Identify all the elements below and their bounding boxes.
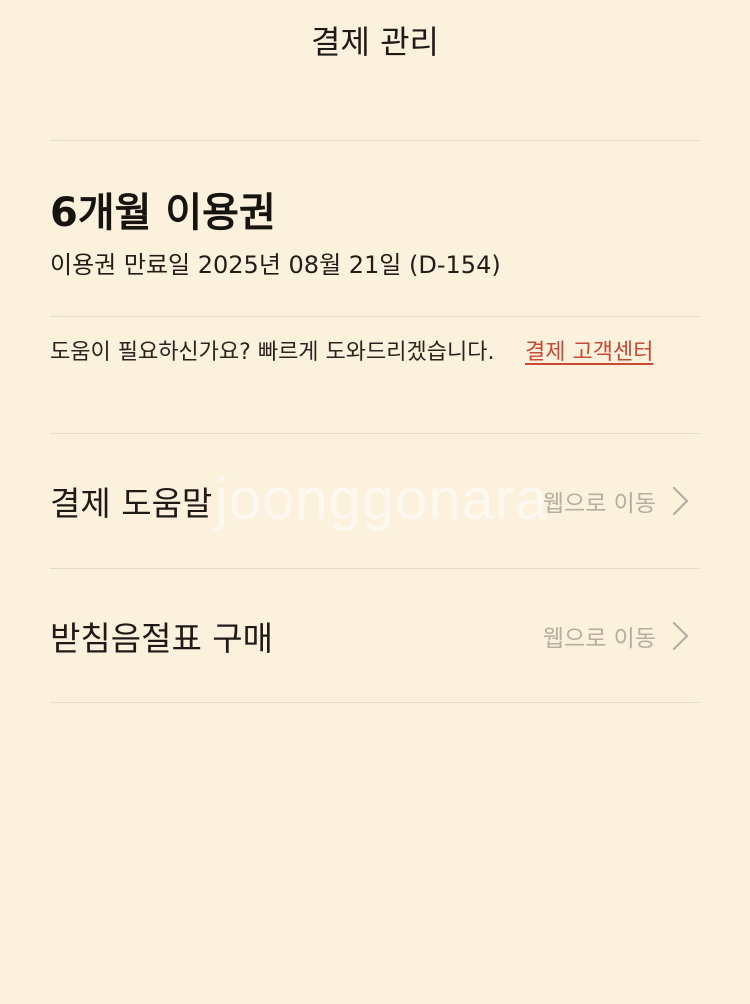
divider [50, 702, 700, 703]
top-bar: 결제 관리 [0, 0, 750, 80]
divider [50, 140, 700, 141]
help-text: 도움이 필요하신가요? 빠르게 도와드리겠습니다. [50, 340, 495, 365]
chevron-right-icon [672, 486, 690, 516]
support-center-link[interactable]: 결제 고객센터 [525, 334, 653, 366]
page-title: 결제 관리 [311, 23, 439, 61]
plan-title: 6개월 이용권 [50, 190, 276, 236]
menu-item-hint: 웹으로 이동 [542, 491, 656, 517]
menu-item-syllable-table[interactable]: 받침음절표 구매 웹으로 이동 [50, 569, 700, 703]
menu-item-hint: 웹으로 이동 [542, 626, 656, 652]
menu-item-action: 웹으로 이동 [543, 484, 700, 518]
plan-expiry-text: 이용권 만료일 2025년 08월 21일 (D-154) [50, 251, 501, 279]
menu-item-payment-help[interactable]: 결제 도움말 웹으로 이동 [50, 434, 700, 568]
menu-item-label: 결제 도움말 [50, 484, 213, 523]
menu-item-label: 받침음절표 구매 [50, 619, 274, 658]
chevron-right-icon [672, 621, 690, 651]
menu-item-action: 웹으로 이동 [543, 619, 700, 653]
divider [50, 316, 700, 317]
